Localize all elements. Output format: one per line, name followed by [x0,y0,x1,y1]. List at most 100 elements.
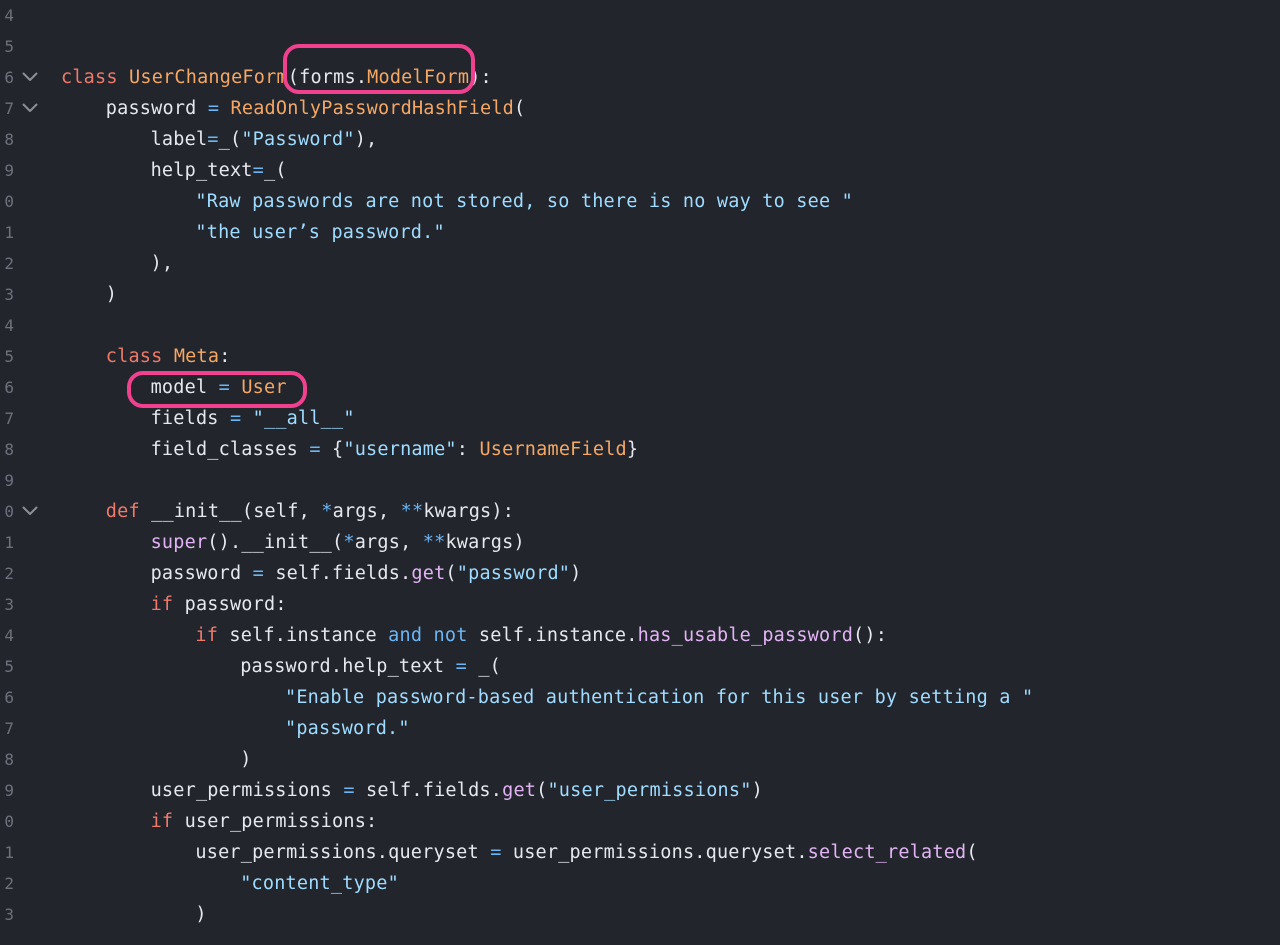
code-line[interactable]: 9 help_text = _( [0,155,1280,186]
code-line[interactable]: 6 model = User [0,372,1280,403]
line-number-gutter: 3 [0,589,14,620]
code-token: ( [445,563,457,584]
code-line[interactable]: 0 if user_permissions: [0,806,1280,837]
line-number: 7 [4,719,14,738]
line-number-gutter: 1 [0,217,14,248]
line-number-gutter: 9 [0,465,14,496]
code-text: "the user’s password." [195,217,444,248]
code-line[interactable]: 5 password.help_text = _( [0,651,1280,682]
code-token: Meta [173,346,220,367]
code-token: "Enable password-based authentication fo… [285,687,1034,708]
code-token: = [343,780,355,801]
code-line[interactable]: 5 [0,31,1280,62]
code-line[interactable]: 7 fields = "__all__" [0,403,1280,434]
code-line[interactable]: 9 user_permissions = self.fields. get("use… [0,775,1280,806]
code-token: ( [514,98,526,119]
line-number-gutter: 3 [0,899,14,930]
code-text: model = User [151,372,287,403]
code-line[interactable]: 3) [0,899,1280,930]
line-number-gutter: 0 [0,186,14,217]
code-line[interactable]: 8 label = _("Password"), [0,124,1280,155]
code-token: user_permissions: [173,811,378,832]
code-line[interactable]: 6 "Enable password-based authentication f… [0,682,1280,713]
code-line[interactable]: 2), [0,248,1280,279]
line-number: 7 [4,409,14,428]
code-token: get [502,780,537,801]
code-text: ) [106,279,117,310]
code-line[interactable]: 3) [0,279,1280,310]
code-token: * [343,532,355,553]
code-line[interactable]: 7 password = ReadOnlyPasswordHashField( [0,93,1280,124]
line-number-gutter: 2 [0,248,14,279]
code-token: model [150,377,208,398]
code-token: args [354,532,401,553]
code-text: label = _("Password"), [151,124,378,155]
code-token: ( [275,160,287,181]
code-line[interactable]: 8 field_classes = {"username": UsernameFi… [0,434,1280,465]
code-token: ( [489,656,501,677]
code-token: __init__ [241,532,333,553]
chevron-down-icon[interactable] [21,69,39,85]
code-text: class UserChangeForm(forms. ModelForm): [61,62,492,93]
line-number-gutter: 6 [0,62,14,93]
line-number: 2 [4,564,14,583]
code-line[interactable]: 4 if self.instance and not self.instance.… [0,620,1280,651]
code-token: super [150,532,208,553]
code-line[interactable]: 2 "content_type" [0,868,1280,899]
code-line[interactable]: 3 if password: [0,589,1280,620]
code-line[interactable]: 4 [0,310,1280,341]
code-token: = [218,377,230,398]
code-line[interactable]: 8) [0,744,1280,775]
line-number: 1 [4,843,14,862]
line-number: 8 [4,750,14,769]
code-line[interactable]: 0 def __init__(self, * args, ** kwargs): [0,496,1280,527]
code-token: = [207,98,220,119]
code-line[interactable]: 6 class UserChangeForm(forms. ModelForm): [0,62,1280,93]
line-number: 6 [4,688,14,707]
line-number-gutter: 6 [0,682,14,713]
code-token: ) [105,284,118,305]
code-token: ) [570,563,582,584]
code-token: self.fields. [264,563,412,584]
code-line[interactable]: 9 [0,465,1280,496]
code-token: ModelForm [367,67,470,88]
code-text: password = ReadOnlyPasswordHashField( [106,93,526,124]
code-token: ( [287,67,300,88]
code-editor[interactable]: 4 5 6 class UserChangeForm(forms. ModelForm)… [0,0,1280,945]
code-line[interactable]: 0 "Raw passwords are not stored, so there… [0,186,1280,217]
code-token: "content_type" [240,873,399,894]
code-token: kwargs [423,501,492,522]
chevron-down-icon[interactable] [21,503,39,519]
line-number: 7 [4,99,14,118]
code-token: : [456,439,480,460]
code-line[interactable]: 4 [0,0,1280,31]
code-text: password.help_text = _( [240,651,501,682]
code-token: ( [332,532,344,553]
code-line[interactable]: 1 user_permissions.queryset = user_permis… [0,837,1280,868]
line-number: 8 [4,130,14,149]
code-line[interactable]: 1 "the user’s password." [0,217,1280,248]
code-token: (): [853,625,888,646]
chevron-down-icon[interactable] [21,100,39,116]
code-line[interactable]: 7 "password." [0,713,1280,744]
line-number: 0 [4,502,14,521]
code-token: class [61,67,118,88]
code-token: = [207,129,219,150]
code-token: UsernameField [479,439,627,460]
code-line[interactable]: 5 class Meta: [0,341,1280,372]
line-number: 4 [4,316,14,335]
code-line[interactable]: 1 super (). __init__(* args, ** kwargs) [0,527,1280,558]
code-token: ** [422,532,446,553]
code-text: if password: [151,589,287,620]
code-token: not [433,625,468,646]
line-number: 2 [4,874,14,893]
code-token: ( [229,129,242,150]
code-text: "Raw passwords are not stored, so there … [195,186,853,217]
code-line[interactable]: 2 password = self.fields. get("password") [0,558,1280,589]
code-text: "password." [285,713,410,744]
